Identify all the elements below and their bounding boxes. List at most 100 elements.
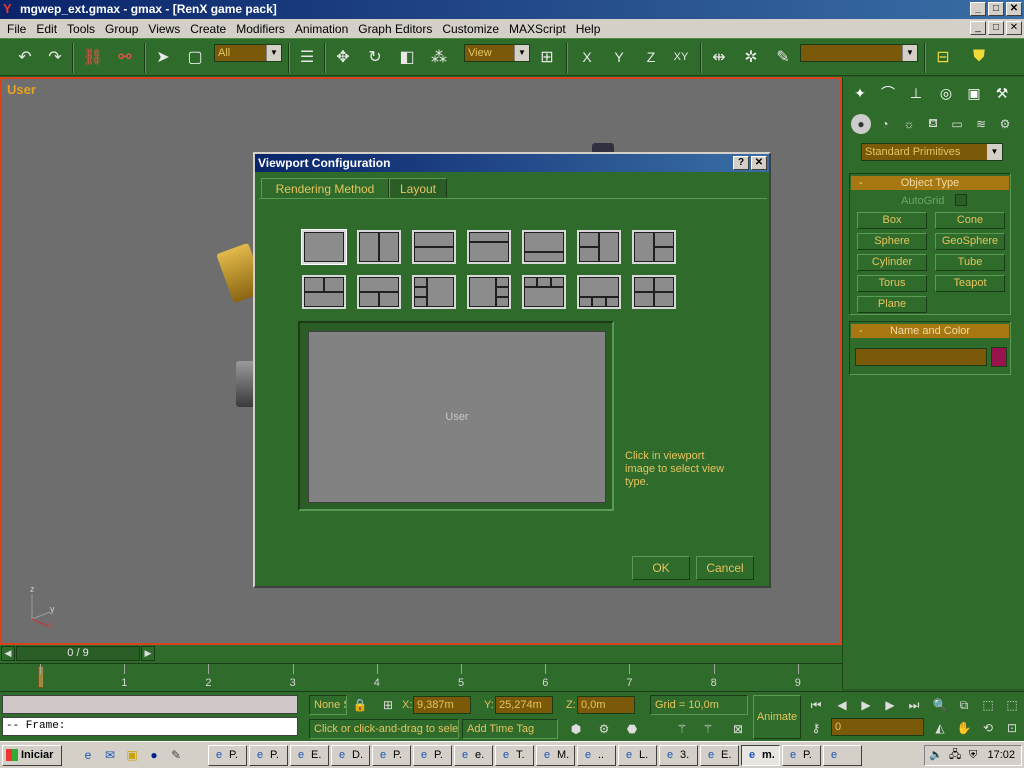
taskbar-button[interactable]: e E.: [290, 745, 329, 766]
dialog-close-button[interactable]: ✕: [751, 156, 767, 170]
taskbar-button[interactable]: e P.: [782, 745, 821, 766]
taskbar-button[interactable]: e E.: [700, 745, 739, 766]
z-coord-field[interactable]: 0,0m: [577, 696, 635, 714]
taskbar-button[interactable]: e M.: [536, 745, 575, 766]
object-name-input[interactable]: [855, 348, 987, 366]
menu-edit[interactable]: Edit: [31, 22, 62, 36]
minimize-button[interactable]: _: [970, 2, 986, 16]
layout-option[interactable]: [467, 275, 511, 309]
menu-modifiers[interactable]: Modifiers: [231, 22, 290, 36]
torus-button[interactable]: Torus: [857, 275, 927, 292]
current-frame-field[interactable]: 0: [831, 718, 924, 736]
layout-option[interactable]: [577, 230, 621, 264]
min-max-toggle-icon[interactable]: ⊡: [1002, 718, 1022, 738]
hierarchy-tab-icon[interactable]: ⊥: [905, 82, 927, 104]
zoom-icon[interactable]: 🔍: [930, 695, 950, 715]
helpers-icon[interactable]: ▭: [947, 114, 967, 134]
undo-icon[interactable]: ↶: [12, 44, 38, 70]
taskbar-button[interactable]: e L.: [618, 745, 657, 766]
align-icon[interactable]: ✎: [770, 44, 796, 70]
media-player-icon[interactable]: ●: [146, 747, 162, 763]
taskbar-button[interactable]: e P.: [208, 745, 247, 766]
menu-tools[interactable]: Tools: [62, 22, 100, 36]
spacewarps-icon[interactable]: ≋: [971, 114, 991, 134]
track-bar[interactable]: 1 2 3 4 5 6 7 8 9: [0, 663, 842, 691]
menu-customize[interactable]: Customize: [437, 22, 504, 36]
menu-group[interactable]: Group: [100, 22, 143, 36]
taskbar-button[interactable]: e P.: [372, 745, 411, 766]
doc-minimize-button[interactable]: _: [970, 21, 986, 35]
previous-frame-icon[interactable]: ◀: [832, 695, 852, 715]
autogrid-checkbox[interactable]: [955, 194, 967, 206]
layout-option[interactable]: [467, 230, 511, 264]
select-object-icon[interactable]: ➤: [150, 44, 176, 70]
network-icon[interactable]: 🖧: [949, 746, 961, 765]
current-frame-marker[interactable]: [38, 666, 44, 688]
help-button[interactable]: ?: [733, 156, 749, 170]
selection-filter-dropdown[interactable]: All ▼: [214, 44, 282, 62]
cylinder-button[interactable]: Cylinder: [857, 254, 927, 271]
mirror-icon[interactable]: ⇹: [706, 44, 732, 70]
modify-tab-icon[interactable]: ⌒: [877, 82, 899, 104]
layout-option[interactable]: [522, 230, 566, 264]
antivirus-icon[interactable]: ⛨: [969, 746, 977, 765]
restrict-y-button[interactable]: Y: [606, 44, 632, 70]
track-view-icon[interactable]: ⊟: [930, 44, 956, 70]
desktop-icon[interactable]: ▣: [124, 747, 140, 763]
window-titlebar[interactable]: Y mgwep_ext.gmax - gmax - [RenX game pac…: [0, 0, 1024, 19]
preview-viewport[interactable]: User: [308, 331, 606, 503]
select-and-link-icon[interactable]: ⛓: [80, 44, 106, 70]
object-color-swatch[interactable]: [991, 347, 1007, 367]
zoom-extents-icon[interactable]: ⬚: [978, 695, 998, 715]
key-mode-icon[interactable]: ⚷: [806, 718, 826, 738]
box-button[interactable]: Box: [857, 212, 927, 229]
restrict-x-button[interactable]: X: [574, 44, 600, 70]
name-and-color-header[interactable]: - Name and Color: [851, 324, 1009, 338]
layout-option[interactable]: [302, 275, 346, 309]
outlook-icon[interactable]: ✉: [102, 747, 118, 763]
restrict-xy-button[interactable]: XY: [668, 44, 694, 70]
play-icon[interactable]: ▶: [856, 695, 876, 715]
pan-icon[interactable]: ✋: [954, 718, 974, 738]
scale-icon[interactable]: ◧: [394, 44, 420, 70]
arc-rotate-icon[interactable]: ⟲: [978, 718, 998, 738]
spinner-snap-icon[interactable]: ⊠: [728, 719, 748, 739]
menu-animation[interactable]: Animation: [290, 22, 353, 36]
degradation-icon[interactable]: ⚙: [594, 719, 614, 739]
sphere-button[interactable]: Sphere: [857, 233, 927, 250]
snap-icon[interactable]: ⁂: [426, 44, 452, 70]
layout-option[interactable]: [577, 275, 621, 309]
redo-icon[interactable]: ↷: [42, 44, 68, 70]
restrict-z-button[interactable]: Z: [638, 44, 664, 70]
menu-file[interactable]: File: [2, 22, 31, 36]
taskbar-button[interactable]: e m.: [741, 745, 780, 766]
unlink-selection-icon[interactable]: ⚯: [112, 44, 138, 70]
region-select-icon[interactable]: ▢: [182, 44, 208, 70]
selection-lock-icon[interactable]: ⬢: [566, 719, 586, 739]
maximize-button[interactable]: □: [988, 2, 1004, 16]
reference-coord-dropdown[interactable]: View ▼: [464, 44, 530, 62]
lock-selection-icon[interactable]: 🔒: [350, 695, 370, 715]
tube-button[interactable]: Tube: [935, 254, 1005, 271]
add-time-tag-button[interactable]: Add Time Tag: [462, 719, 558, 739]
prev-frame-icon[interactable]: ◀: [1, 646, 15, 661]
taskbar-button[interactable]: e 3.: [659, 745, 698, 766]
next-frame-icon[interactable]: ▶: [880, 695, 900, 715]
x-coord-field[interactable]: 9,387m: [413, 696, 471, 714]
cone-button[interactable]: Cone: [935, 212, 1005, 229]
pivot-center-icon[interactable]: ⊞: [534, 44, 560, 70]
cameras-icon[interactable]: ⛾: [923, 114, 943, 134]
ok-button[interactable]: OK: [632, 556, 690, 580]
layout-option[interactable]: [357, 230, 401, 264]
category-dropdown[interactable]: Standard Primitives ▼: [861, 143, 1003, 161]
crossing-icon[interactable]: ⬣: [622, 719, 642, 739]
tab-layout[interactable]: Layout: [389, 178, 447, 198]
cancel-button[interactable]: Cancel: [696, 556, 754, 580]
go-to-end-icon[interactable]: ⏭: [904, 695, 924, 715]
keyboard-shortcut-icon[interactable]: ⚚: [672, 719, 692, 739]
shapes-icon[interactable]: ◔: [875, 114, 895, 134]
start-button[interactable]: Iniciar: [2, 745, 62, 766]
systems-icon[interactable]: ⚙: [995, 114, 1015, 134]
utilities-tab-icon[interactable]: ⚒: [991, 82, 1013, 104]
taskbar-button[interactable]: e e.: [454, 745, 493, 766]
